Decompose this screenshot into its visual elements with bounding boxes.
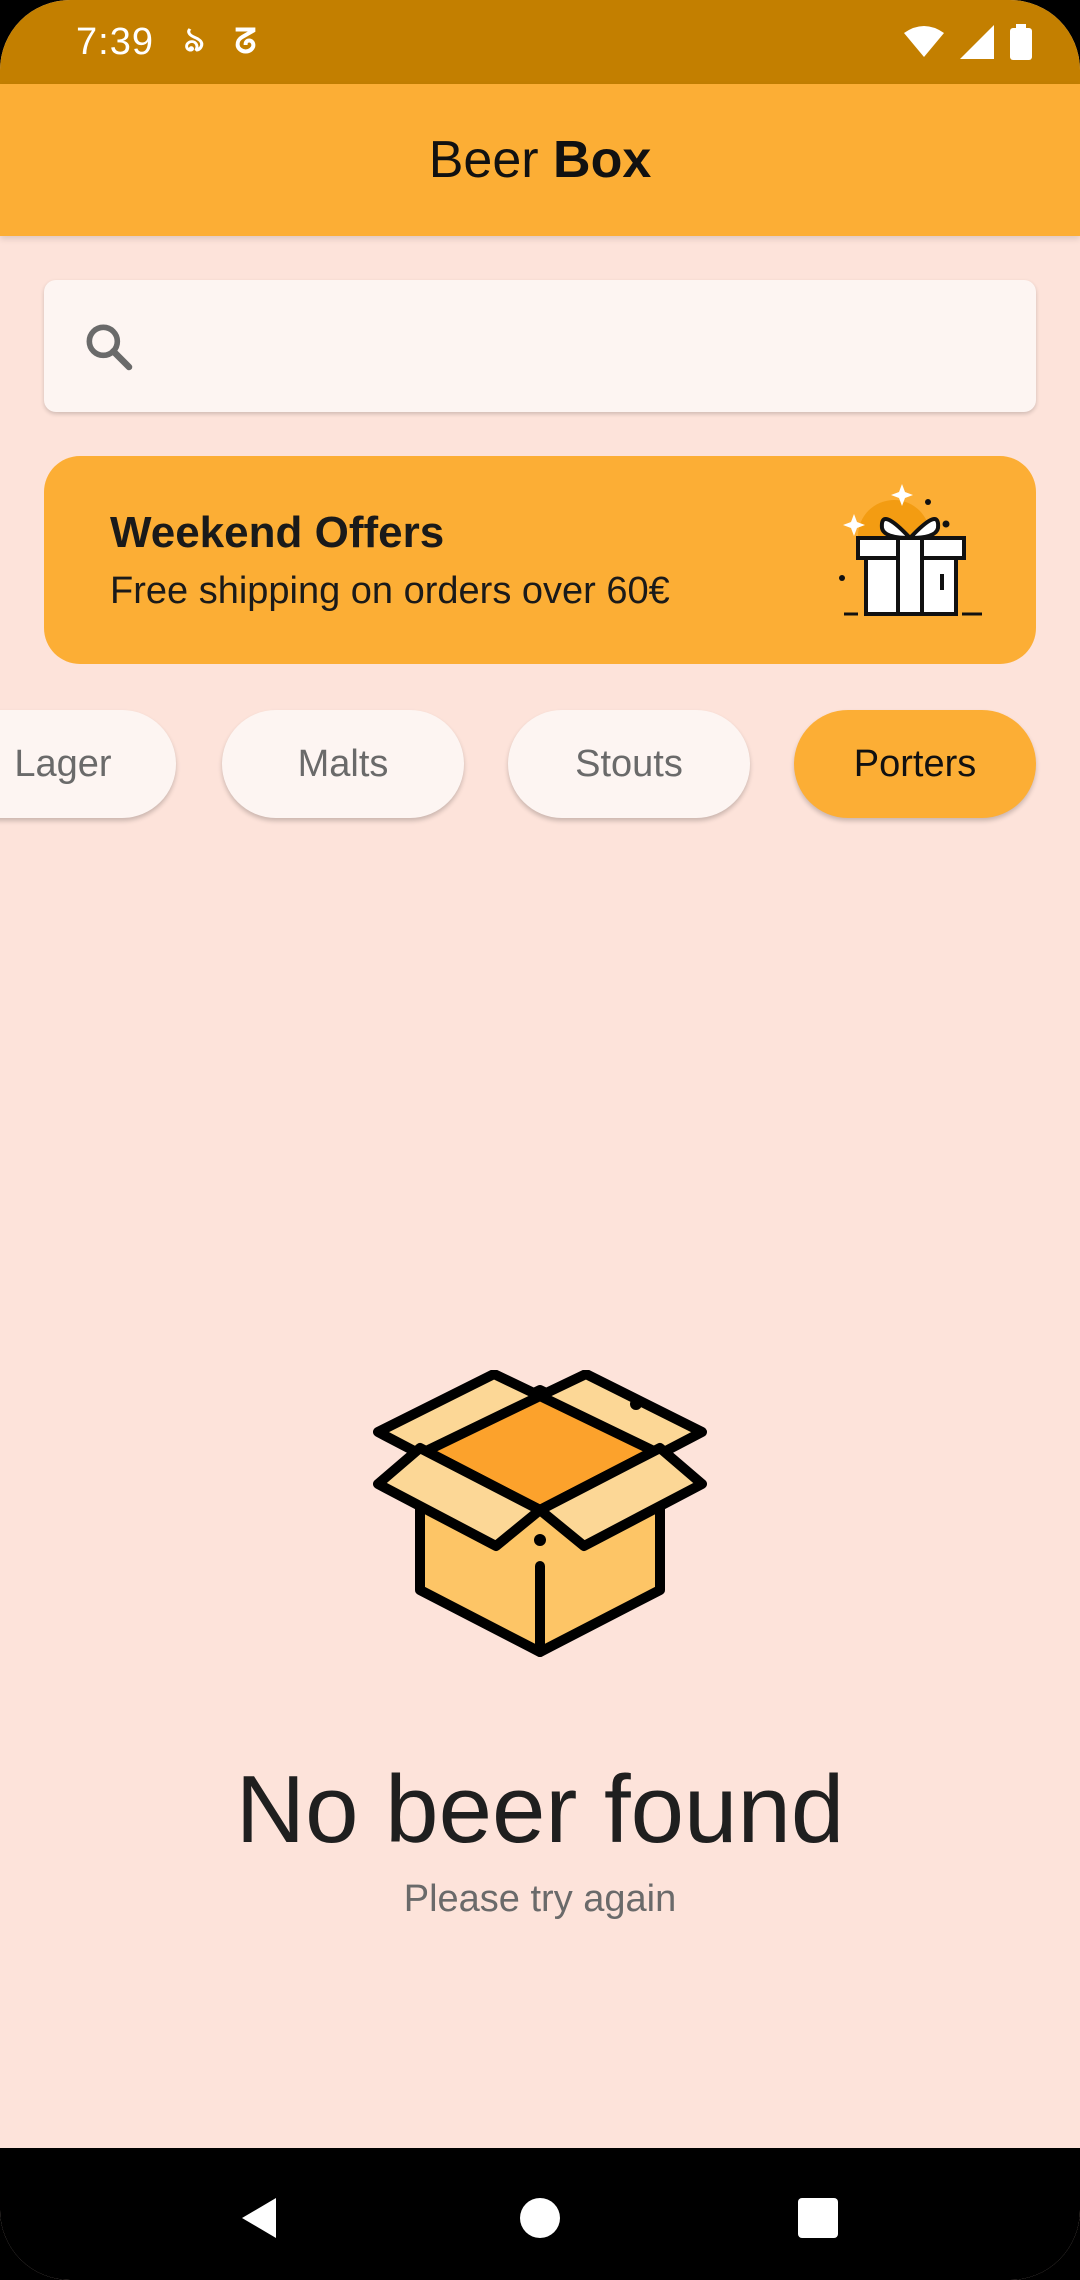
app-bar: Beer Box: [0, 84, 1080, 236]
home-button[interactable]: [500, 2178, 580, 2258]
search-box[interactable]: [44, 280, 1036, 412]
chip-label: Lager: [14, 742, 112, 785]
status-bar: 7:39 ঌ ᘔ: [0, 0, 1080, 84]
app-title: Beer Box: [429, 130, 652, 190]
offer-subtitle: Free shipping on orders over 60€: [110, 570, 670, 612]
chip-malts[interactable]: Malts: [222, 710, 464, 818]
status-time: 7:39: [76, 20, 154, 63]
back-icon: [242, 2198, 276, 2238]
status-icons: [904, 24, 1032, 60]
wifi-icon: [904, 26, 944, 57]
empty-state-subtitle: Please try again: [403, 1878, 677, 1920]
notification-icon: ᘔ: [234, 22, 257, 61]
back-button[interactable]: [220, 2178, 300, 2258]
recents-button[interactable]: [778, 2178, 858, 2258]
home-icon: [520, 2198, 560, 2238]
category-chips: Lager Malts Stouts Porters: [0, 710, 1080, 820]
chip-porters[interactable]: Porters: [794, 710, 1036, 818]
chip-stouts[interactable]: Stouts: [508, 710, 750, 818]
chip-label: Porters: [853, 742, 977, 785]
app-title-bold: Box: [553, 131, 652, 189]
signal-icon: [960, 25, 994, 59]
gift-icon: [839, 484, 982, 616]
screen: 7:39 ঌ ᘔ Beer Box Weekend Offers Free sh…: [0, 0, 1080, 2280]
open-box-icon: [373, 1370, 707, 1657]
chip-label: Stouts: [575, 742, 683, 785]
search-icon: [86, 324, 133, 371]
chip-label: Malts: [297, 742, 389, 785]
offer-card[interactable]: Weekend Offers Free shipping on orders o…: [44, 456, 1036, 664]
empty-state-title: No beer found: [235, 1756, 845, 1863]
app-title-regular: Beer: [428, 131, 539, 189]
notification-icon: ঌ: [183, 20, 205, 59]
chip-lager[interactable]: Lager: [0, 710, 176, 818]
offer-title: Weekend Offers: [110, 508, 445, 557]
recents-icon: [798, 2198, 838, 2238]
battery-icon: [1010, 24, 1032, 60]
search-input[interactable]: [136, 280, 1036, 412]
navigation-bar: [0, 2148, 1080, 2280]
